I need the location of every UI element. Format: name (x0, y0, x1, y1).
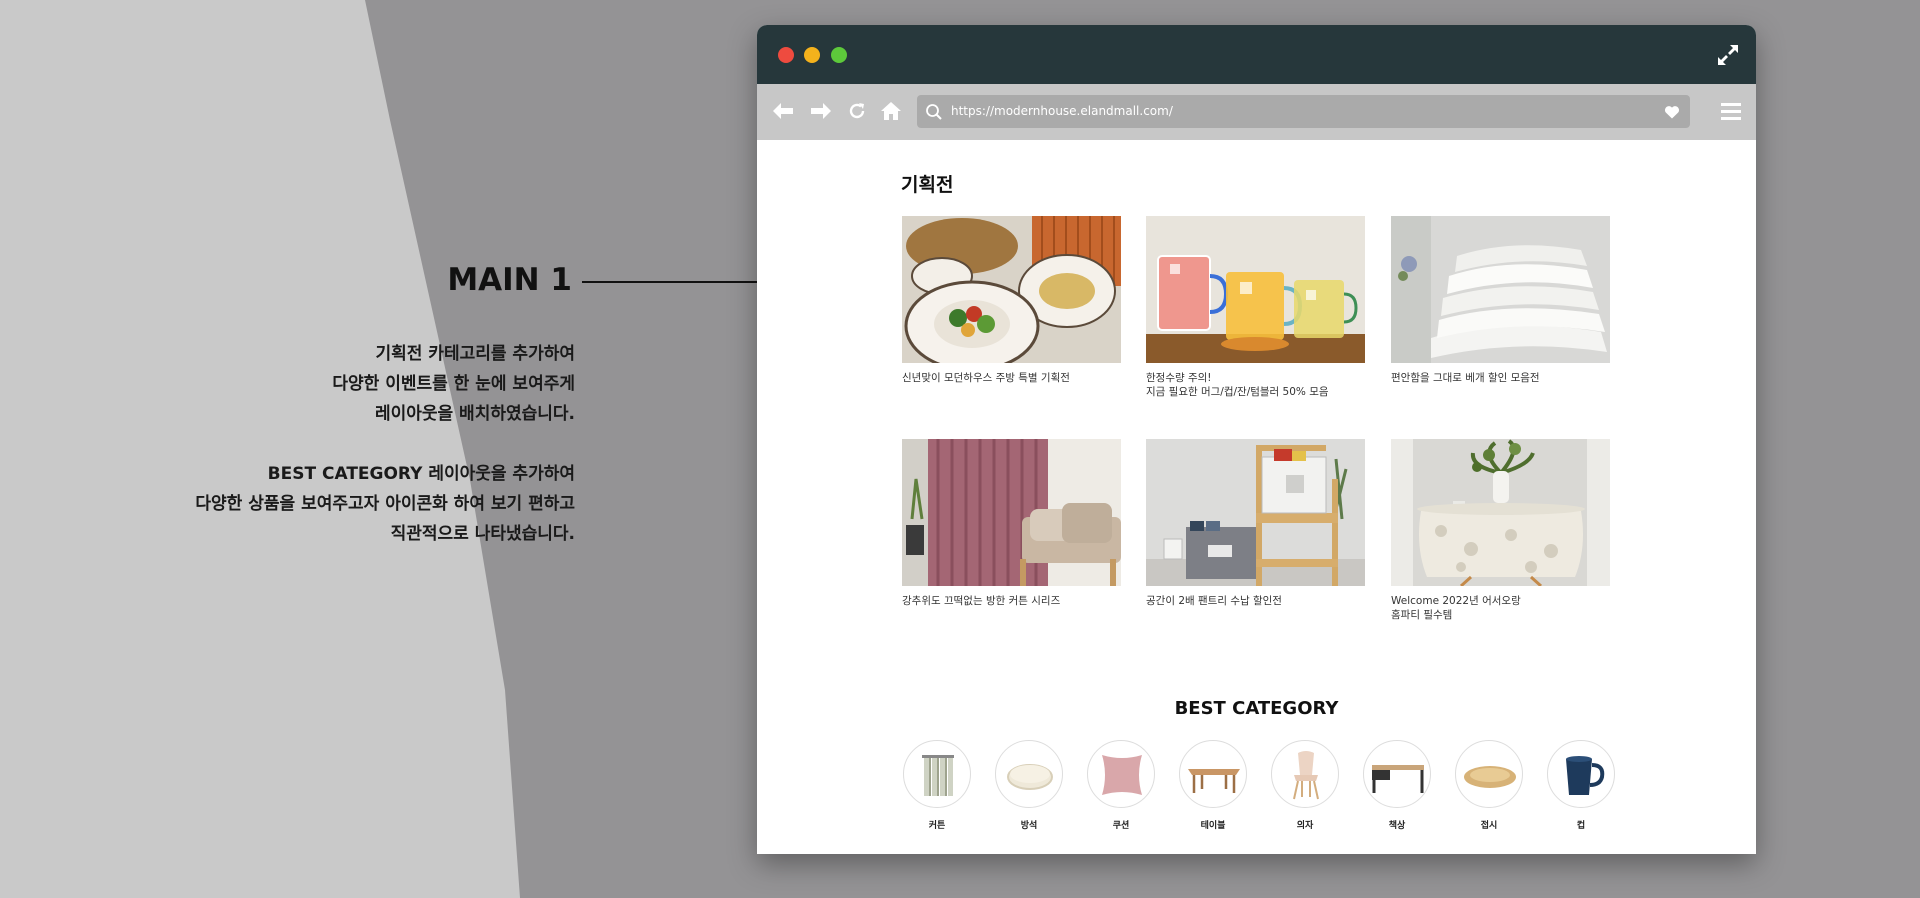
category-item-cushion[interactable]: 쿠션 (1086, 740, 1156, 831)
best-category-title: BEST CATEGORY (1174, 698, 1339, 719)
annotation-paragraph-2: BEST CATEGORY 레이아웃을 추가하여 다양한 상품을 보여주고자 아… (120, 459, 575, 549)
category-label: 쿠션 (1112, 821, 1130, 831)
chair-icon[interactable] (1271, 740, 1339, 808)
promotion-card[interactable]: 공간이 2배 팬트리 수납 할인전 (1146, 439, 1365, 608)
annotation-title: MAIN 1 (447, 262, 572, 298)
promotion-caption: 홈파티 필수템 (1391, 609, 1453, 621)
curtain-icon[interactable] (903, 740, 971, 808)
browser-titlebar (757, 25, 1756, 84)
annotation-paragraph-1: 기획전 카테고리를 추가하여 다양한 이벤트를 한 눈에 보여주게 레이아웃을 … (120, 339, 575, 429)
category-item-curtain[interactable]: 커튼 (902, 740, 972, 831)
promotion-caption: 지금 필요한 머그/컵/잔/텀블러 50% 모음 (1146, 386, 1329, 398)
annotation-line: 레이아웃을 배치하였습니다. (374, 404, 575, 424)
annotation-line: 다양한 상품을 보여주고자 아이콘화 하여 보기 편하고 (195, 494, 575, 514)
browser-window: https://modernhouse.elandmall.com/ 기획전 신… (757, 25, 1756, 854)
category-label: 방석 (1020, 821, 1038, 831)
annotation-line: 기획전 카테고리를 추가하여 (375, 344, 575, 364)
forward-arrow-icon[interactable] (809, 99, 833, 123)
promotion-caption: 강추위도 끄떡없는 방한 커튼 시리즈 (902, 595, 1061, 607)
promotion-card[interactable]: 신년맞이 모던하우스 주방 특별 기획전 (902, 216, 1121, 385)
promotion-card[interactable]: Welcome 2022년 어서오랑 홈파티 필수템 (1391, 439, 1610, 622)
promotion-card[interactable]: 한정수량 주의! 지금 필요한 머그/컵/잔/텀블러 50% 모음 (1146, 216, 1365, 399)
promotion-caption: 공간이 2배 팬트리 수납 할인전 (1146, 595, 1282, 607)
promotion-image-party-table[interactable] (1391, 439, 1610, 586)
left-background-panel (0, 0, 520, 898)
promotion-caption: Welcome 2022년 어서오랑 (1391, 595, 1521, 607)
pillow-icon[interactable] (1087, 740, 1155, 808)
category-item-chair[interactable]: 의자 (1270, 740, 1340, 831)
promotion-image-pillows[interactable] (1391, 216, 1610, 363)
desk-icon[interactable] (1363, 740, 1431, 808)
category-label: 테이블 (1200, 821, 1226, 831)
category-item-desk[interactable]: 책상 (1362, 740, 1432, 831)
promotion-card[interactable]: 강추위도 끄떡없는 방한 커튼 시리즈 (902, 439, 1121, 608)
category-item-plate[interactable]: 접시 (1454, 740, 1524, 831)
category-label: 컵 (1576, 821, 1586, 831)
reload-icon[interactable] (845, 99, 869, 123)
back-arrow-icon[interactable] (771, 99, 795, 123)
category-label: 의자 (1296, 821, 1314, 831)
promotion-caption: 신년맞이 모던하우스 주방 특별 기획전 (902, 372, 1070, 384)
fullscreen-icon[interactable] (1716, 43, 1740, 67)
category-item-table[interactable]: 테이블 (1178, 740, 1248, 831)
promotion-section-title: 기획전 (901, 174, 954, 196)
promotion-caption: 한정수량 주의! (1146, 372, 1212, 384)
promotion-image-glasses[interactable] (1146, 216, 1365, 363)
web-page-content: 기획전 신년맞이 모던하우스 주방 특별 기획전 한정수량 주의! 지금 필요한… (757, 140, 1756, 854)
category-label: 접시 (1480, 821, 1498, 831)
url-text: https://modernhouse.elandmall.com/ (951, 104, 1173, 118)
annotation-line: BEST CATEGORY 레이아웃을 추가하여 (267, 464, 575, 484)
category-item-cup[interactable]: 컵 (1546, 740, 1616, 831)
address-bar[interactable]: https://modernhouse.elandmall.com/ (917, 95, 1690, 128)
promotion-caption: 편안함을 그대로 베개 할인 모음전 (1391, 372, 1540, 384)
search-icon (925, 103, 943, 121)
cushion-pad-icon[interactable] (995, 740, 1063, 808)
plate-icon[interactable] (1455, 740, 1523, 808)
promotion-image-curtains[interactable] (902, 439, 1121, 586)
home-icon[interactable] (879, 99, 903, 123)
bookmark-heart-icon[interactable] (1664, 104, 1680, 120)
maximize-window-button[interactable] (831, 47, 847, 63)
mug-icon[interactable] (1547, 740, 1615, 808)
promotion-image-storage[interactable] (1146, 439, 1365, 586)
promotion-image-kitchen[interactable] (902, 216, 1121, 363)
promotion-card[interactable]: 편안함을 그대로 베개 할인 모음전 (1391, 216, 1610, 385)
table-icon[interactable] (1179, 740, 1247, 808)
minimize-window-button[interactable] (804, 47, 820, 63)
annotation-line: 직관적으로 나타냈습니다. (390, 524, 575, 544)
browser-toolbar: https://modernhouse.elandmall.com/ (757, 84, 1756, 140)
hamburger-menu-icon[interactable] (1720, 100, 1742, 122)
category-label: 책상 (1388, 821, 1406, 831)
category-label: 커튼 (928, 821, 946, 831)
category-item-seat-cushion[interactable]: 방석 (994, 740, 1064, 831)
close-window-button[interactable] (778, 47, 794, 63)
annotation-line: 다양한 이벤트를 한 눈에 보여주게 (332, 374, 575, 394)
